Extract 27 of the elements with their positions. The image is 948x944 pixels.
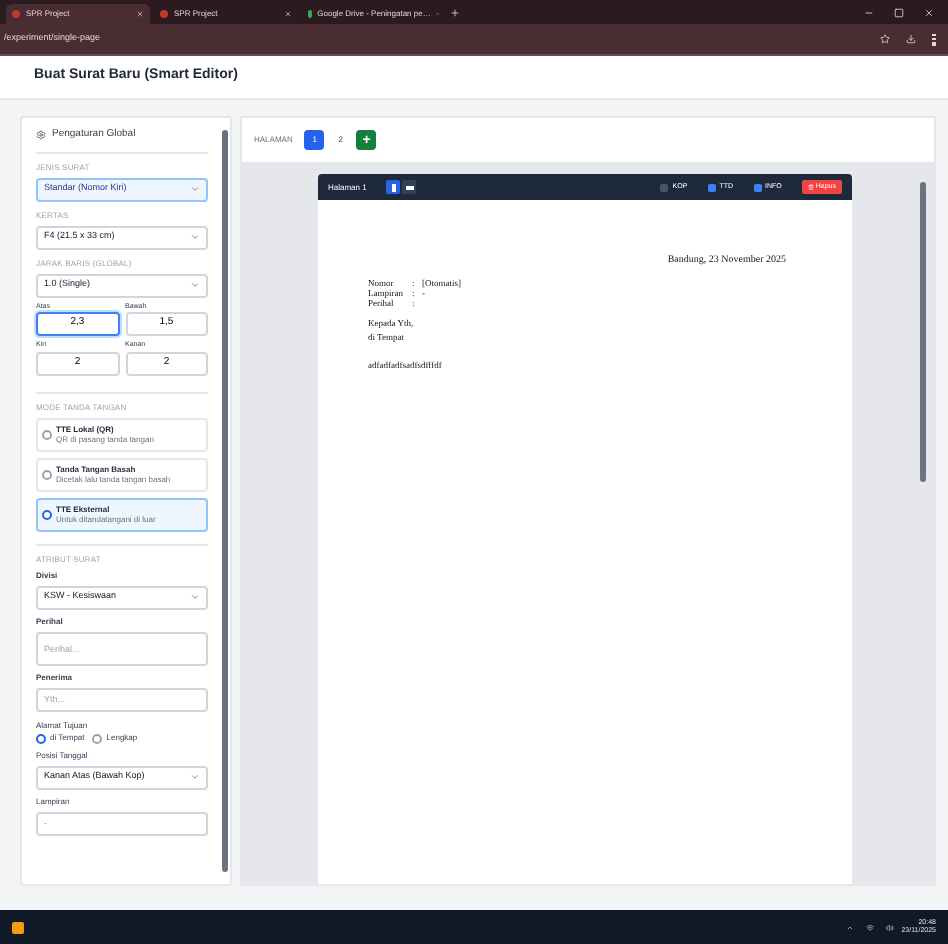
minimize-icon[interactable]: [864, 8, 874, 18]
app-icon[interactable]: [12, 921, 24, 933]
trash-icon: [807, 184, 814, 190]
chevron-down-icon: [190, 280, 200, 290]
portrait-button[interactable]: [386, 180, 401, 194]
radio-button[interactable]: [42, 429, 52, 439]
radio-button[interactable]: [42, 469, 52, 479]
checkbox[interactable]: [707, 183, 716, 191]
checkbox[interactable]: [753, 183, 761, 191]
radio-button[interactable]: [42, 509, 52, 519]
settings-icon: [36, 130, 46, 141]
landscape-button[interactable]: [402, 180, 417, 194]
wifi-icon[interactable]: [865, 923, 874, 931]
site-icon: [160, 10, 168, 18]
download-icon[interactable]: [906, 33, 916, 43]
chevron-down-icon: [190, 232, 200, 242]
volume-icon[interactable]: [885, 923, 894, 931]
chevron-down-icon: [190, 184, 200, 194]
chevron-down-icon: [190, 772, 200, 782]
scrollbar[interactable]: [222, 130, 228, 872]
new-tab-icon[interactable]: [450, 8, 460, 18]
maximize-icon[interactable]: [894, 8, 904, 18]
checkbox[interactable]: [660, 183, 669, 191]
site-icon: [12, 10, 20, 18]
chevron-down-icon: [190, 592, 200, 602]
bookmark-star-icon[interactable]: [880, 33, 890, 43]
scrollbar[interactable]: [920, 182, 926, 482]
